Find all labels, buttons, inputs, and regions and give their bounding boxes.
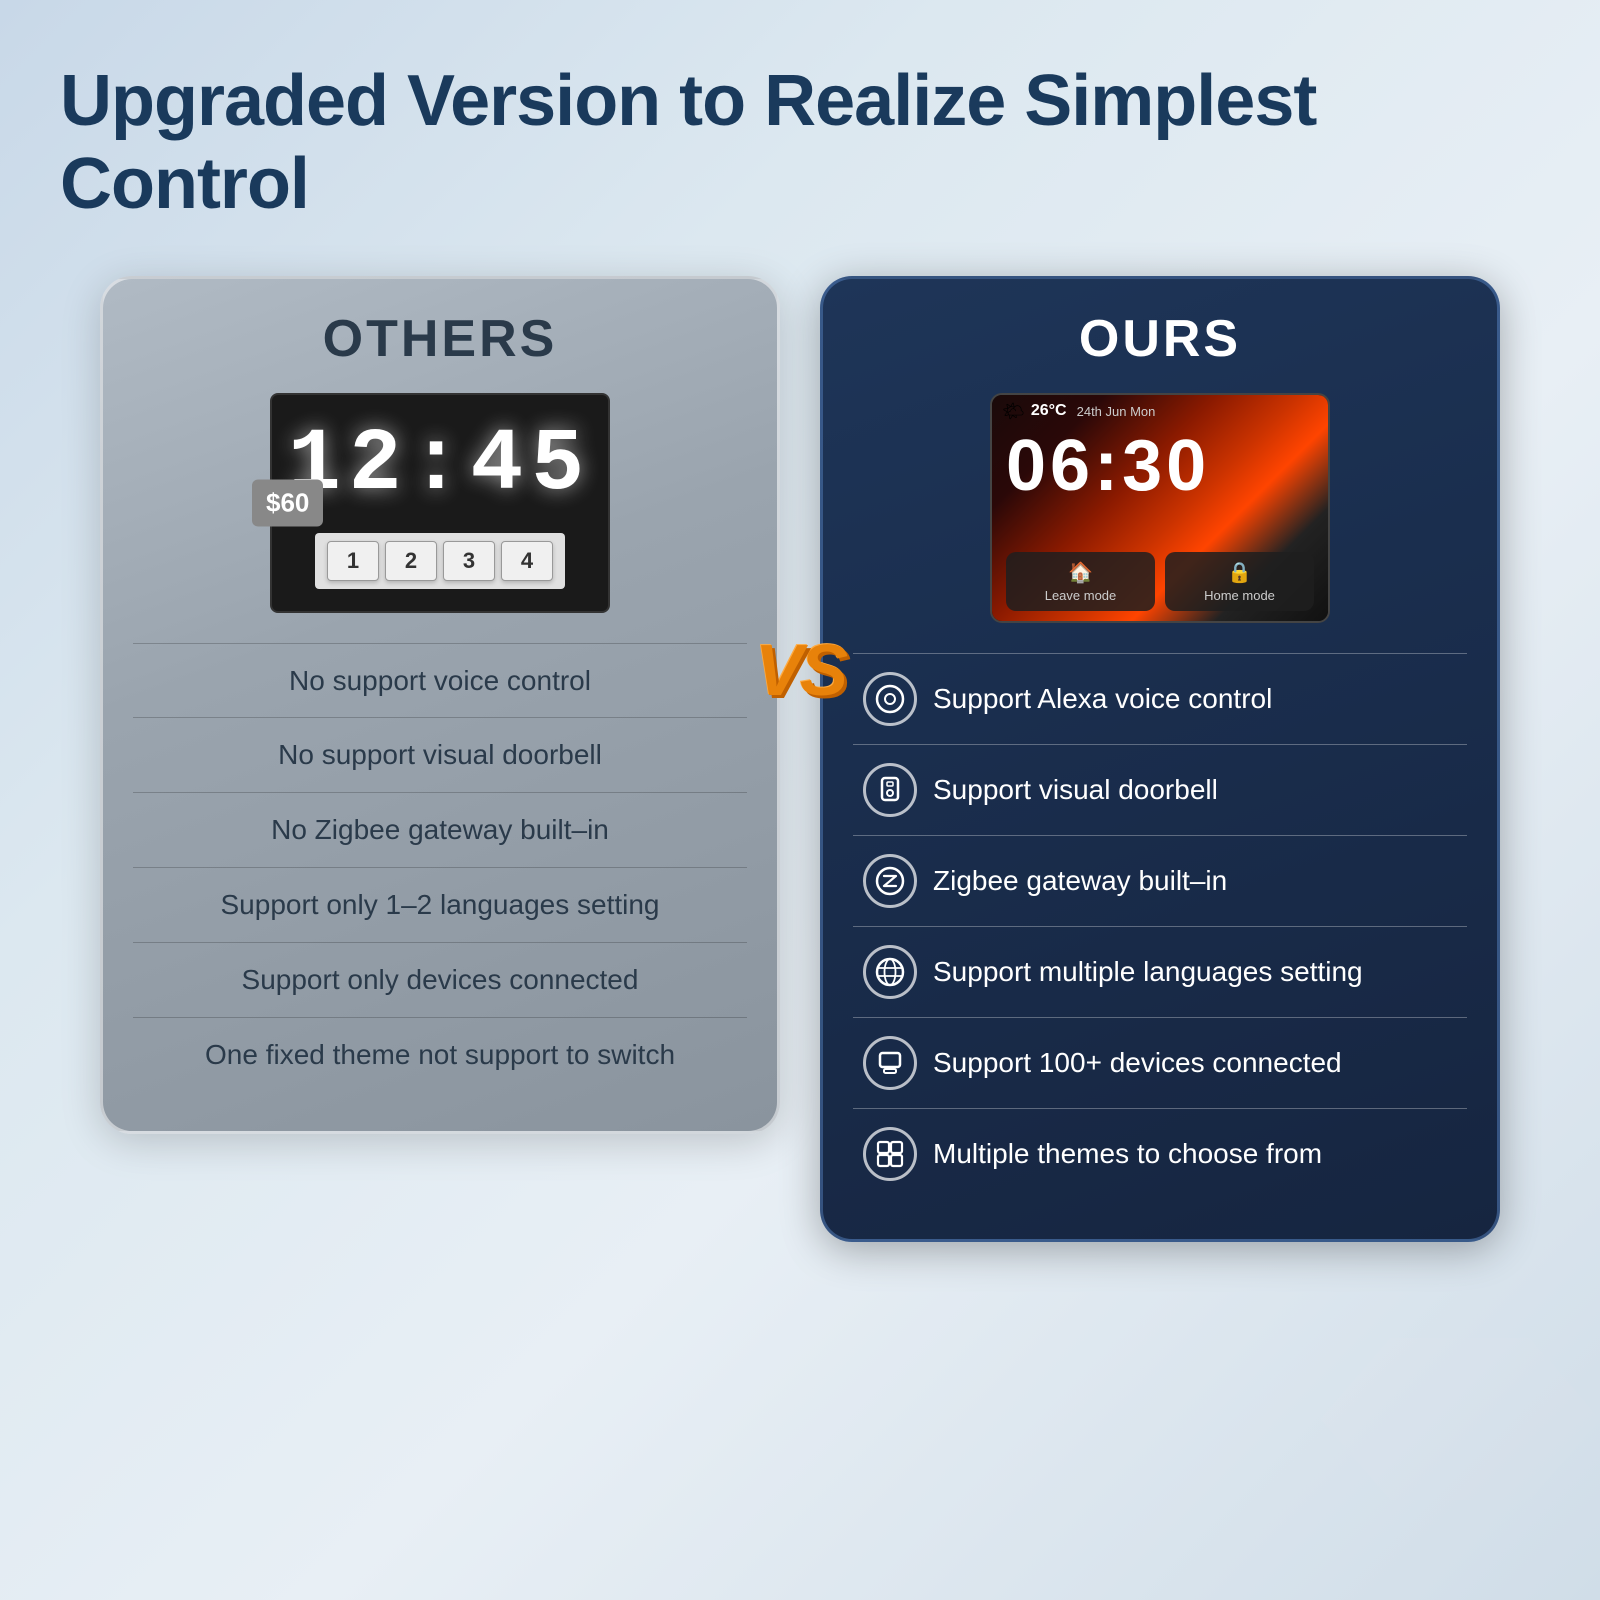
feature-zigbee-text: Zigbee gateway built–in bbox=[933, 862, 1227, 900]
home-label: Home mode bbox=[1204, 588, 1275, 603]
doorbell-icon-circle bbox=[863, 763, 917, 817]
zigbee-icon-circle bbox=[863, 854, 917, 908]
globe-icon-circle bbox=[863, 945, 917, 999]
feature-row-languages: Support multiple languages setting bbox=[853, 927, 1467, 1017]
screen-modes: 🏠 Leave mode 🔒 Home mode bbox=[992, 542, 1328, 621]
page-title: Upgraded Version to Realize Simplest Con… bbox=[60, 60, 1540, 226]
screen-time: 06:30 bbox=[992, 430, 1328, 502]
feature-text: One fixed theme not support to switch bbox=[143, 1036, 737, 1074]
themes-icon-circle bbox=[863, 1127, 917, 1181]
feature-row-alexa: Support Alexa voice control bbox=[853, 654, 1467, 744]
leave-label: Leave mode bbox=[1045, 588, 1117, 603]
others-card: OTHERS $60 12:45 1 2 3 4 No support voic… bbox=[100, 276, 780, 1135]
others-buttons: 1 2 3 4 bbox=[315, 533, 565, 589]
leave-icon: 🏠 bbox=[1068, 560, 1093, 585]
feature-doorbell-text: Support visual doorbell bbox=[933, 771, 1218, 809]
feature-row: No support voice control bbox=[133, 644, 747, 718]
feature-text: Support only 1–2 languages setting bbox=[143, 886, 737, 924]
screen-temp: 26°C bbox=[1031, 402, 1067, 420]
feature-row-themes: Multiple themes to choose from bbox=[853, 1109, 1467, 1199]
feature-alexa-text: Support Alexa voice control bbox=[933, 680, 1272, 718]
comparison-container: OTHERS $60 12:45 1 2 3 4 No support voic… bbox=[60, 276, 1540, 1242]
device-screen: 🌤 26°C 24th Jun Mon 06:30 🏠 Leave mode 🔒… bbox=[992, 395, 1328, 621]
feature-languages-text: Support multiple languages setting bbox=[933, 953, 1363, 991]
feature-row: No Zigbee gateway built–in bbox=[133, 793, 747, 867]
feature-text: No support visual doorbell bbox=[143, 736, 737, 774]
feature-text: No support voice control bbox=[143, 662, 737, 700]
feature-text: No Zigbee gateway built–in bbox=[143, 811, 737, 849]
feature-row: One fixed theme not support to switch bbox=[133, 1018, 747, 1092]
page-content: Upgraded Version to Realize Simplest Con… bbox=[0, 0, 1600, 1282]
feature-row-devices: Support 100+ devices connected bbox=[853, 1018, 1467, 1108]
btn-1: 1 bbox=[327, 541, 379, 581]
btn-2: 2 bbox=[385, 541, 437, 581]
screen-date: 24th Jun Mon bbox=[1077, 404, 1156, 419]
others-clock: 12:45 bbox=[288, 416, 592, 515]
feature-row-doorbell: Support visual doorbell bbox=[853, 745, 1467, 835]
feature-devices-text: Support 100+ devices connected bbox=[933, 1044, 1342, 1082]
weather-icon: 🌤 bbox=[1002, 401, 1025, 422]
feature-row-zigbee: Zigbee gateway built–in bbox=[853, 836, 1467, 926]
vs-label: VS bbox=[755, 630, 845, 712]
feature-row: No support visual doorbell bbox=[133, 718, 747, 792]
alexa-icon-circle bbox=[863, 672, 917, 726]
others-heading: OTHERS bbox=[133, 309, 747, 369]
ours-device: 🌤 26°C 24th Jun Mon 06:30 🏠 Leave mode 🔒… bbox=[990, 393, 1330, 623]
ours-card: OURS 🌤 26°C 24th Jun Mon 06:30 🏠 Leave m… bbox=[820, 276, 1500, 1242]
feature-text: Support only devices connected bbox=[143, 961, 737, 999]
others-features: No support voice control No support visu… bbox=[133, 643, 747, 1092]
feature-row: Support only 1–2 languages setting bbox=[133, 868, 747, 942]
screen-topbar: 🌤 26°C 24th Jun Mon bbox=[992, 395, 1328, 428]
home-icon: 🔒 bbox=[1227, 560, 1252, 585]
price-badge: $60 bbox=[252, 479, 323, 526]
devices-icon-circle bbox=[863, 1036, 917, 1090]
btn-3: 3 bbox=[443, 541, 495, 581]
feature-themes-text: Multiple themes to choose from bbox=[933, 1135, 1322, 1173]
home-mode-btn: 🔒 Home mode bbox=[1165, 552, 1314, 611]
ours-features: Support Alexa voice control Support visu… bbox=[853, 653, 1467, 1199]
others-device: $60 12:45 1 2 3 4 bbox=[270, 393, 610, 613]
leave-mode-btn: 🏠 Leave mode bbox=[1006, 552, 1155, 611]
btn-4: 4 bbox=[501, 541, 553, 581]
vs-badge: VS bbox=[745, 616, 855, 726]
feature-row: Support only devices connected bbox=[133, 943, 747, 1017]
ours-heading: OURS bbox=[853, 309, 1467, 369]
